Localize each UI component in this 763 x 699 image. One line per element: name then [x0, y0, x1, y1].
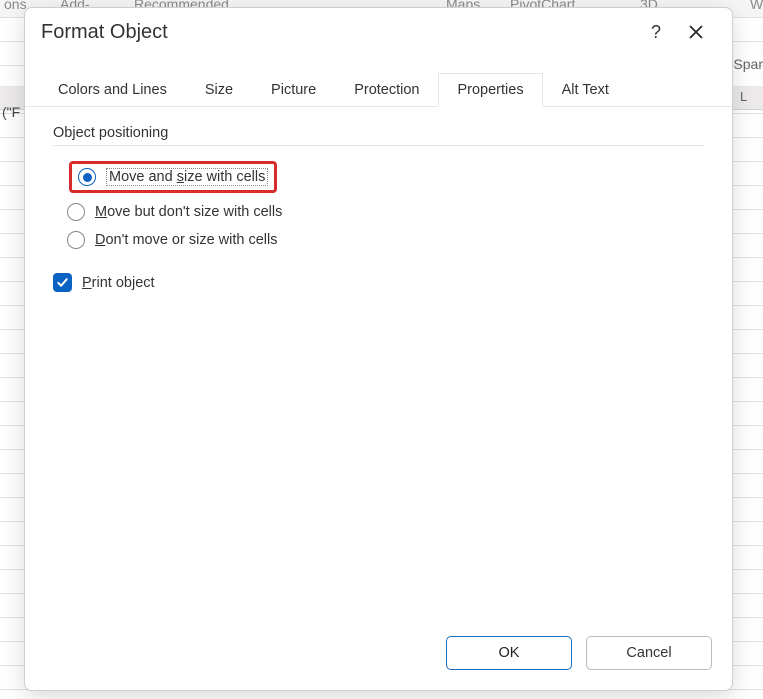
radio-dont-move[interactable] — [67, 231, 85, 249]
format-object-dialog: Format Object ? Colors and Lines Size Pi… — [24, 7, 733, 691]
close-icon[interactable] — [676, 18, 716, 46]
dialog-footer: OK Cancel — [25, 622, 732, 690]
radio-row-move-and-size: Move and size with cells — [53, 156, 704, 198]
radio-row-move-no-size: Move but don't size with cells — [53, 198, 704, 226]
tab-alt-text[interactable]: Alt Text — [543, 73, 628, 107]
tab-properties[interactable]: Properties — [438, 73, 542, 107]
formula-bar-fragment: ("F — [2, 104, 20, 120]
radio-move-no-size-label: Move but don't size with cells — [95, 204, 282, 220]
dialog-content: Object positioning Move and size with ce… — [25, 107, 732, 622]
tab-picture[interactable]: Picture — [252, 73, 335, 107]
tab-size[interactable]: Size — [186, 73, 252, 107]
tab-colors-and-lines[interactable]: Colors and Lines — [39, 73, 186, 107]
checkbox-row-print-object: Print object — [53, 268, 704, 297]
checkbox-print-object-label: Print object — [82, 275, 155, 291]
highlight-annotation: Move and size with cells — [69, 161, 277, 193]
radio-move-and-size[interactable] — [78, 168, 96, 186]
help-icon[interactable]: ? — [636, 18, 676, 46]
checkbox-print-object[interactable] — [53, 273, 72, 292]
radio-move-no-size[interactable] — [67, 203, 85, 221]
dialog-tabs: Colors and Lines Size Picture Protection… — [25, 52, 732, 107]
dialog-titlebar: Format Object ? — [25, 8, 732, 52]
ribbon-sparklines-fragment: Spar — [733, 56, 763, 72]
object-positioning-label: Object positioning — [53, 125, 704, 141]
cancel-button[interactable]: Cancel — [586, 636, 712, 670]
ok-button[interactable]: OK — [446, 636, 572, 670]
dialog-title: Format Object — [41, 21, 636, 44]
group-divider — [53, 145, 704, 146]
radio-row-dont-move: Don't move or size with cells — [53, 226, 704, 254]
radio-move-and-size-label: Move and size with cells — [106, 168, 268, 186]
radio-dont-move-label: Don't move or size with cells — [95, 232, 277, 248]
tab-protection[interactable]: Protection — [335, 73, 438, 107]
